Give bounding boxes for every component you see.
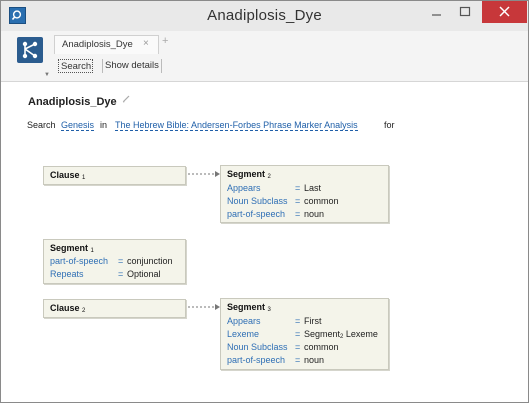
query-title: Anadiplosis_Dye <box>28 96 117 108</box>
clause-node-2[interactable]: Clause 2 <box>43 299 186 318</box>
node-heading: Segment 1 <box>50 243 94 254</box>
resource-link[interactable]: The Hebrew Bible: Andersen-Forbes Phrase… <box>115 120 358 131</box>
tool-menu-caret-icon[interactable]: ▼ <box>44 72 50 78</box>
search-button[interactable]: Search <box>58 59 93 73</box>
edit-pencil-icon[interactable] <box>122 94 131 105</box>
show-details-button[interactable]: Show details <box>102 59 162 73</box>
title-bar[interactable]: Anadiplosis_Dye <box>1 1 528 31</box>
search-prefix: Search <box>27 120 56 130</box>
node-heading: Clause 2 <box>50 303 86 314</box>
arrow-clause2-to-segment3 <box>188 304 220 310</box>
maximize-icon[interactable] <box>450 1 480 23</box>
new-tab-button[interactable]: + <box>162 35 168 47</box>
app-window: Anadiplosis_Dye ▼ Anadiplosis_Dye × + Se… <box>0 0 529 403</box>
segment-node-3[interactable]: Segment 3 Appears = First Lexeme = Segme… <box>220 298 389 370</box>
minimize-icon[interactable] <box>422 1 452 23</box>
clause-node-1[interactable]: Clause 1 <box>43 166 186 185</box>
tab-close-icon[interactable]: × <box>143 38 149 49</box>
segment-node-1[interactable]: Segment 1 part-of-speech = conjunction R… <box>43 239 186 284</box>
segment-node-2[interactable]: Segment 2 Appears = Last Noun Subclass =… <box>220 165 389 223</box>
close-icon[interactable] <box>482 1 527 23</box>
graph-query-icon[interactable] <box>17 37 43 63</box>
node-heading: Segment 2 <box>227 169 271 180</box>
arrow-clause1-to-segment2 <box>188 171 220 177</box>
in-word: in <box>100 120 108 130</box>
node-heading: Segment 3 <box>227 302 271 313</box>
for-word: for <box>384 120 395 130</box>
tab-label: Anadiplosis_Dye <box>62 39 133 50</box>
tab-anadiplosis-dye[interactable]: Anadiplosis_Dye × <box>54 35 159 54</box>
book-link[interactable]: Genesis <box>61 120 95 131</box>
node-heading: Clause 1 <box>50 170 86 181</box>
